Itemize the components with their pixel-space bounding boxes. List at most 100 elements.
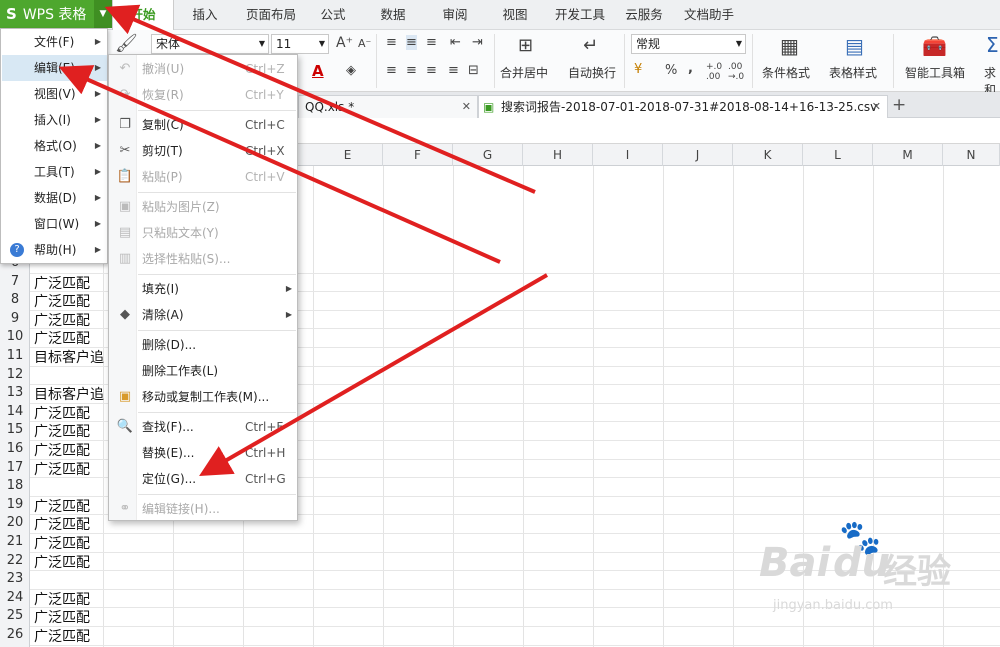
- merge-center-icon[interactable]: ⊞: [518, 35, 533, 56]
- menu-paste-text-only[interactable]: ▤ 只粘贴文本(Y): [110, 220, 298, 246]
- row-header[interactable]: 17: [0, 460, 30, 475]
- row-header[interactable]: 19: [0, 497, 30, 512]
- clear-format-icon[interactable]: ◈: [346, 63, 356, 78]
- wps-menu-button[interactable]: S WPS 表格 ▼: [0, 0, 112, 28]
- merge-center-button[interactable]: 合并居中: [500, 64, 548, 81]
- menu-item-insert[interactable]: 插入(I) ▶: [2, 107, 107, 133]
- tab-doc-assistant[interactable]: 文档助手: [678, 0, 740, 30]
- row-header[interactable]: 7: [0, 274, 30, 289]
- column-header-e[interactable]: E: [313, 144, 383, 166]
- row-header[interactable]: 16: [0, 441, 30, 456]
- font-name-select[interactable]: 宋体 ▼: [151, 34, 269, 54]
- cell-a[interactable]: 广泛匹配: [34, 440, 90, 460]
- tab-data[interactable]: 数据: [370, 0, 416, 30]
- smart-toolbox-button[interactable]: 智能工具箱: [905, 64, 965, 81]
- menu-replace[interactable]: 替换(E)... Ctrl+H: [110, 440, 298, 466]
- column-header-j[interactable]: J: [663, 144, 733, 166]
- menu-clear[interactable]: ◆ 清除(A) ▶: [110, 302, 298, 328]
- align-bottom-icon[interactable]: ≡: [426, 35, 437, 50]
- percent-button[interactable]: %: [665, 63, 677, 78]
- number-format-select[interactable]: 常规 ▼: [631, 34, 746, 54]
- table-style-button[interactable]: 表格样式: [829, 64, 877, 81]
- row-header[interactable]: 26: [0, 627, 30, 642]
- align-left-icon[interactable]: ≡: [386, 63, 397, 78]
- row-header[interactable]: 9: [0, 311, 30, 326]
- menu-find[interactable]: 🔍 查找(F)... Ctrl+F: [110, 414, 298, 440]
- menu-paste-special[interactable]: ▥ 选择性粘贴(S)...: [110, 246, 298, 272]
- toolbox-icon[interactable]: 🧰: [922, 34, 947, 58]
- conditional-format-button[interactable]: 条件格式: [762, 64, 810, 81]
- font-size-select[interactable]: 11 ▼: [271, 34, 329, 54]
- menu-copy[interactable]: ❐ 复制(C) Ctrl+C: [110, 112, 298, 138]
- cell-a[interactable]: 广泛匹配: [34, 607, 90, 627]
- menu-goto[interactable]: 定位(G)... Ctrl+G: [110, 466, 298, 492]
- new-tab-button[interactable]: +: [892, 95, 906, 115]
- cell-a[interactable]: 目标客户追: [34, 347, 104, 367]
- cell-a[interactable]: 广泛匹配: [34, 291, 90, 311]
- indent-increase-icon[interactable]: ⇥: [472, 35, 483, 50]
- cell-a[interactable]: 广泛匹配: [34, 403, 90, 423]
- tab-home[interactable]: 开始: [112, 0, 174, 30]
- cell-a[interactable]: 广泛匹配: [34, 496, 90, 516]
- cell-a[interactable]: 广泛匹配: [34, 459, 90, 479]
- row-header[interactable]: 10: [0, 329, 30, 344]
- cell-a[interactable]: 广泛匹配: [34, 533, 90, 553]
- cell-a[interactable]: 广泛匹配: [34, 626, 90, 646]
- cell-a[interactable]: 广泛匹配: [34, 328, 90, 348]
- row-header[interactable]: 13: [0, 385, 30, 400]
- cell-a[interactable]: 广泛匹配: [34, 421, 90, 441]
- menu-item-file[interactable]: 文件(F) ▶: [2, 29, 107, 55]
- cell-a[interactable]: 广泛匹配: [34, 273, 90, 293]
- menu-delete[interactable]: 删除(D)...: [110, 332, 298, 358]
- format-painter-icon[interactable]: 🖌: [115, 33, 138, 54]
- font-color-icon[interactable]: A: [312, 62, 324, 80]
- menu-item-data[interactable]: 数据(D) ▶: [2, 185, 107, 211]
- row-header[interactable]: 22: [0, 553, 30, 568]
- align-middle-icon[interactable]: ≡: [406, 35, 417, 50]
- menu-undo[interactable]: ↶ 撤消(U) Ctrl+Z: [110, 56, 298, 82]
- row-header[interactable]: 11: [0, 348, 30, 363]
- wrap-text-button[interactable]: 自动换行: [568, 64, 616, 81]
- menu-paste-as-picture[interactable]: ▣ 粘贴为图片(Z): [110, 194, 298, 220]
- tab-view[interactable]: 视图: [492, 0, 538, 30]
- row-header[interactable]: 20: [0, 515, 30, 530]
- column-header-l[interactable]: L: [803, 144, 873, 166]
- column-header-g[interactable]: G: [453, 144, 523, 166]
- menu-move-copy-sheet[interactable]: ▣ 移动或复制工作表(M)...: [110, 384, 298, 410]
- tab-developer[interactable]: 开发工具: [550, 0, 610, 30]
- menu-item-help[interactable]: ? 帮助(H) ▶: [2, 237, 107, 263]
- cell-a[interactable]: 目标客户追: [34, 384, 104, 404]
- column-header-i[interactable]: I: [593, 144, 663, 166]
- align-right-icon[interactable]: ≡: [426, 63, 437, 78]
- column-header-m[interactable]: M: [873, 144, 943, 166]
- column-header-n[interactable]: N: [943, 144, 1000, 166]
- menu-item-view[interactable]: 视图(V) ▶: [2, 81, 107, 107]
- menu-item-tools[interactable]: 工具(T) ▶: [2, 159, 107, 185]
- distribute-icon[interactable]: ⊟: [468, 63, 479, 78]
- menu-edit-links[interactable]: ⚭ 编辑链接(H)...: [110, 496, 298, 522]
- menu-redo[interactable]: ↷ 恢复(R) Ctrl+Y: [110, 82, 298, 108]
- row-header[interactable]: 23: [0, 571, 30, 586]
- justify-icon[interactable]: ≡: [448, 63, 459, 78]
- conditional-format-icon[interactable]: ▦: [780, 34, 799, 58]
- column-header-h[interactable]: H: [523, 144, 593, 166]
- decrease-decimal-icon[interactable]: .00 →.0: [728, 62, 744, 82]
- cell-a[interactable]: 广泛匹配: [34, 310, 90, 330]
- align-center-icon[interactable]: ≡: [406, 63, 417, 78]
- cell-a[interactable]: 广泛匹配: [34, 589, 90, 609]
- thousand-separator-button[interactable]: ,: [688, 61, 693, 76]
- tab-cloud[interactable]: 云服务: [618, 0, 670, 30]
- font-grow-icon[interactable]: A⁺: [336, 35, 353, 51]
- tab-review[interactable]: 审阅: [432, 0, 478, 30]
- doc-tab-csv[interactable]: ▣ 搜索词报告-2018-07-01-2018-07-31#2018-08-14…: [478, 95, 888, 136]
- increase-decimal-icon[interactable]: +.0.00: [706, 62, 722, 82]
- column-header-k[interactable]: K: [733, 144, 803, 166]
- align-top-icon[interactable]: ≡: [386, 35, 397, 50]
- wrap-text-icon[interactable]: ↵: [583, 35, 598, 56]
- menu-item-format[interactable]: 格式(O) ▶: [2, 133, 107, 159]
- menu-paste[interactable]: 📋 粘贴(P) Ctrl+V: [110, 164, 298, 190]
- tab-formula[interactable]: 公式: [310, 0, 356, 30]
- row-header[interactable]: 8: [0, 292, 30, 307]
- menu-item-edit[interactable]: 编辑(E) ▶: [2, 55, 107, 81]
- row-header[interactable]: 12: [0, 367, 30, 382]
